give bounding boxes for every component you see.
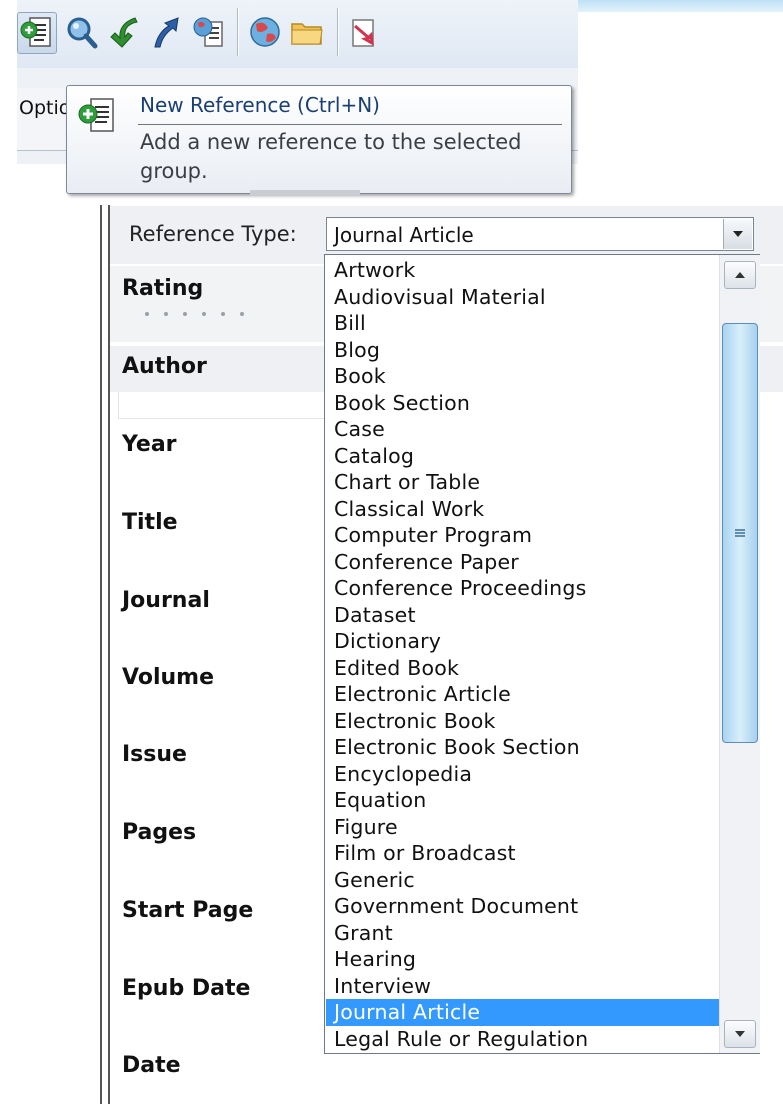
- blue-up-arrow-icon: [154, 17, 179, 48]
- dropdown-options: Artwork Audiovisual Material Bill Blog Book B…: [326, 257, 719, 1052]
- export-button[interactable]: [343, 12, 381, 52]
- dropdown-option[interactable]: Generic: [326, 867, 719, 894]
- tooltip-divider: [138, 124, 562, 125]
- dropdown-option[interactable]: Electronic Article: [326, 681, 719, 708]
- field-label-author: Author: [122, 354, 207, 379]
- web-button[interactable]: [246, 12, 284, 52]
- dropdown-option[interactable]: Encyclopedia: [326, 761, 719, 788]
- field-label-issue: Issue: [122, 742, 187, 767]
- dropdown-option[interactable]: Electronic Book: [326, 708, 719, 735]
- toolbar-separator: [337, 8, 339, 56]
- dropdown-option[interactable]: Dataset: [326, 602, 719, 629]
- options-tab[interactable]: Optio: [17, 88, 72, 150]
- dropdown-option[interactable]: Chart or Table: [326, 469, 719, 496]
- dropdown-arrow-button[interactable]: [723, 219, 752, 249]
- reference-type-value: Journal Article: [334, 223, 474, 247]
- dropdown-option[interactable]: Case: [326, 416, 719, 443]
- back-button[interactable]: [105, 12, 143, 52]
- dropdown-option[interactable]: Dictionary: [326, 628, 719, 655]
- field-label-start-page: Start Page: [122, 898, 254, 923]
- new-reference-tooltip: New Reference (Ctrl+N) Add a new referen…: [66, 85, 572, 194]
- scroll-up-button[interactable]: [724, 261, 756, 289]
- toolbar: [17, 0, 578, 69]
- scroll-down-button[interactable]: [724, 1020, 756, 1048]
- magnifier-icon: [67, 17, 98, 49]
- dropdown-option[interactable]: Journal Article: [326, 999, 719, 1026]
- dropdown-option[interactable]: Legal Rule or Regulation: [326, 1026, 719, 1053]
- dropdown-option[interactable]: Grant: [326, 920, 719, 947]
- dropdown-option[interactable]: Bill: [326, 310, 719, 337]
- panel-header-stub: [250, 190, 360, 196]
- dropdown-option[interactable]: Computer Program: [326, 522, 719, 549]
- online-button[interactable]: [189, 12, 227, 52]
- dropdown-scrollbar[interactable]: [719, 255, 760, 1053]
- panel-splitter[interactable]: [100, 205, 110, 1104]
- field-label-date: Date: [122, 1053, 181, 1078]
- field-label-title: Title: [122, 510, 178, 535]
- field-label-pages: Pages: [122, 820, 197, 845]
- globe-icon: [250, 17, 280, 47]
- forward-button[interactable]: [147, 12, 185, 52]
- field-label-epub-date: Epub Date: [122, 976, 251, 1001]
- dropdown-option[interactable]: Catalog: [326, 443, 719, 470]
- dropdown-option[interactable]: Classical Work: [326, 496, 719, 523]
- dropdown-option[interactable]: Blog: [326, 337, 719, 364]
- scroll-thumb[interactable]: [722, 323, 758, 743]
- toolbar-separator: [237, 8, 239, 56]
- reference-type-dropdown-list[interactable]: Artwork Audiovisual Material Bill Blog Book B…: [324, 254, 760, 1054]
- dropdown-option[interactable]: Artwork: [326, 257, 719, 284]
- dropdown-option[interactable]: Equation: [326, 787, 719, 814]
- folder-button[interactable]: [288, 12, 326, 52]
- dropdown-option[interactable]: Film or Broadcast: [326, 840, 719, 867]
- dropdown-option[interactable]: Book: [326, 363, 719, 390]
- dropdown-option[interactable]: Electronic Book Section: [326, 734, 719, 761]
- dropdown-option[interactable]: Interview: [326, 973, 719, 1000]
- reference-type-label: Reference Type:: [129, 222, 297, 246]
- chevron-down-icon: [735, 1031, 745, 1037]
- search-button[interactable]: [63, 12, 101, 52]
- field-label-rating: Rating: [122, 276, 204, 301]
- field-label-journal: Journal: [122, 588, 210, 613]
- new-document-icon: [20, 17, 51, 47]
- rating-stars[interactable]: [145, 312, 244, 316]
- grip-icon: [735, 529, 745, 537]
- dropdown-option[interactable]: Conference Paper: [326, 549, 719, 576]
- dropdown-option[interactable]: Hearing: [326, 946, 719, 973]
- dropdown-option[interactable]: Edited Book: [326, 655, 719, 682]
- dropdown-option[interactable]: Audiovisual Material: [326, 284, 719, 311]
- dropdown-option[interactable]: Figure: [326, 814, 719, 841]
- globe-document-icon: [193, 17, 223, 47]
- author-field[interactable]: [118, 392, 330, 419]
- dropdown-option[interactable]: Book Section: [326, 390, 719, 417]
- field-label-volume: Volume: [122, 665, 214, 690]
- tooltip-description: Add a new reference to the selected grou…: [140, 130, 522, 183]
- reference-type-select[interactable]: Journal Article: [326, 217, 754, 251]
- new-document-icon: [78, 98, 114, 132]
- chevron-down-icon: [733, 231, 743, 237]
- dropdown-option[interactable]: Conference Proceedings: [326, 575, 719, 602]
- field-label-year: Year: [122, 432, 177, 457]
- tooltip-title: New Reference (Ctrl+N): [140, 93, 380, 117]
- folder-icon: [291, 23, 323, 45]
- dropdown-option[interactable]: Government Document: [326, 893, 719, 920]
- new-reference-button[interactable]: [17, 12, 57, 54]
- chevron-up-icon: [735, 272, 745, 278]
- export-arrow-icon: [352, 19, 374, 47]
- green-back-arrow-icon: [110, 17, 138, 48]
